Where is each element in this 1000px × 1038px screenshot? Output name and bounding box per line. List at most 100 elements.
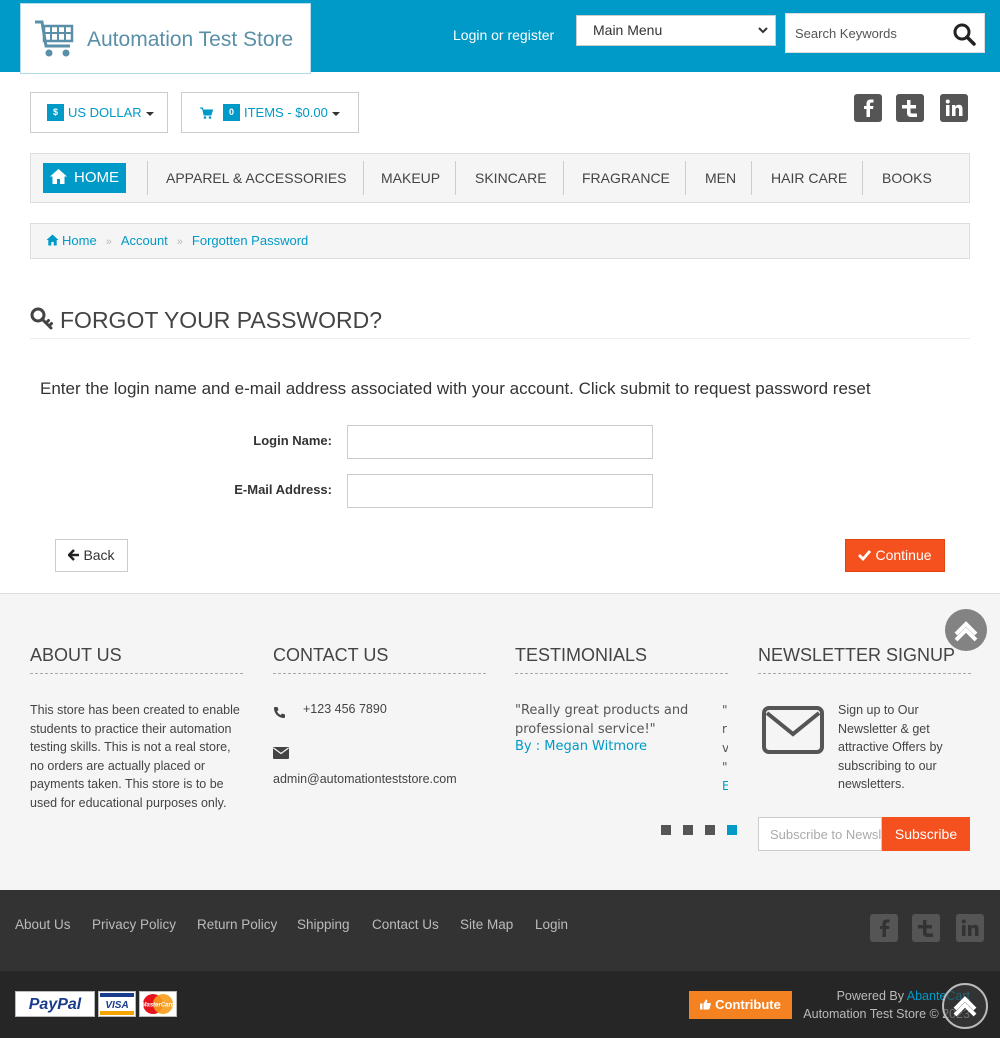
phone-icon xyxy=(274,707,285,718)
back-button-label: Back xyxy=(83,547,115,563)
cart-count-badge: 0 xyxy=(223,104,240,122)
chevron-up-icon xyxy=(953,996,977,1017)
linkedin-icon[interactable] xyxy=(940,94,968,122)
page-title: FORGOT YOUR PASSWORD? xyxy=(30,307,970,339)
nav-makeup[interactable]: MAKEUP xyxy=(381,154,440,202)
top-bar: Automation Test Store Login or register … xyxy=(0,0,1000,74)
currency-dropdown[interactable]: $ US DOLLAR xyxy=(30,92,168,133)
nav-books[interactable]: BOOKS xyxy=(882,154,932,202)
svg-text:MasterCard: MasterCard xyxy=(141,1003,174,1009)
breadcrumb-separator-icon: » xyxy=(176,236,183,248)
nav-divider xyxy=(455,161,456,195)
nav-divider xyxy=(685,161,686,195)
about-us-text: This store has been created to enable st… xyxy=(30,703,240,810)
footer-link-contact-us[interactable]: Contact Us xyxy=(372,917,439,932)
nav-fragrance[interactable]: FRAGRANCE xyxy=(582,154,670,202)
breadcrumb-account[interactable]: Account xyxy=(121,233,168,248)
login-name-label: Login Name: xyxy=(253,433,332,448)
home-icon xyxy=(50,168,67,184)
cart-dropdown[interactable]: 0 ITEMS - $0.00 xyxy=(181,92,359,133)
footer-link-privacy-policy[interactable]: Privacy Policy xyxy=(92,917,176,932)
powered-by-text: Powered By xyxy=(836,989,904,1003)
nav-divider xyxy=(862,161,863,195)
search-input[interactable] xyxy=(786,14,946,52)
facebook-icon[interactable] xyxy=(854,94,882,122)
category-nav: HOME APPAREL & ACCESSORIES MAKEUP SKINCA… xyxy=(30,153,970,203)
subscribe-button[interactable]: Subscribe xyxy=(882,817,970,851)
carousel-dot[interactable] xyxy=(683,825,693,835)
contribute-button[interactable]: Contribute xyxy=(689,991,792,1019)
contact-phone: +123 456 7890 xyxy=(303,702,387,716)
cart-icon xyxy=(200,107,213,119)
footer-top: ABOUT US This store has been created to … xyxy=(0,593,1000,890)
scroll-to-top-button[interactable] xyxy=(942,983,988,1029)
testimonials-heading: TESTIMONIALS xyxy=(515,645,728,674)
email-address-label: E-Mail Address: xyxy=(234,482,332,497)
svg-text:PayPal: PayPal xyxy=(29,996,82,1013)
envelope-icon xyxy=(273,747,289,759)
cart-label: ITEMS - $0.00 xyxy=(244,105,328,120)
nav-men[interactable]: MEN xyxy=(705,154,736,202)
envelope-icon xyxy=(762,706,824,754)
continue-button[interactable]: Continue xyxy=(845,539,945,572)
facebook-icon[interactable] xyxy=(870,914,898,942)
about-us-heading: ABOUT US xyxy=(30,645,243,674)
search-box xyxy=(785,13,985,53)
scroll-to-top-button[interactable] xyxy=(945,609,987,651)
email-address-input[interactable] xyxy=(347,474,653,508)
intro-text: Enter the login name and e-mail address … xyxy=(40,379,871,398)
breadcrumb-forgotten-password[interactable]: Forgotten Password xyxy=(192,233,308,248)
store-logo[interactable]: Automation Test Store xyxy=(20,3,311,74)
shopping-cart-logo-icon xyxy=(35,20,74,57)
nav-hair-care[interactable]: HAIR CARE xyxy=(771,154,847,202)
footer-link-login[interactable]: Login xyxy=(535,917,568,932)
svg-text:VISA: VISA xyxy=(105,1000,128,1011)
chevron-up-icon xyxy=(954,621,978,642)
currency-symbol-badge: $ xyxy=(47,104,64,122)
logo-text: Automation Test Store xyxy=(87,28,294,51)
contact-email[interactable]: admin@automationteststore.com xyxy=(273,770,457,789)
caret-down-icon xyxy=(145,111,154,116)
footer-bottom: PayPal VISA MasterCard Contribute Powere… xyxy=(0,971,1000,1038)
arrow-left-icon xyxy=(68,549,80,562)
nav-home-label: HOME xyxy=(74,169,119,186)
nav-divider xyxy=(363,161,364,195)
key-icon xyxy=(30,307,53,330)
breadcrumb-separator-icon: » xyxy=(105,236,112,248)
nav-apparel-accessories[interactable]: APPAREL & ACCESSORIES xyxy=(166,154,347,202)
nav-home[interactable]: HOME xyxy=(43,163,126,193)
carousel-dot-active[interactable] xyxy=(727,825,737,835)
footer-link-site-map[interactable]: Site Map xyxy=(460,917,513,932)
breadcrumb-home[interactable]: Home xyxy=(62,233,97,248)
login-name-input[interactable] xyxy=(347,425,653,459)
twitter-icon[interactable] xyxy=(912,914,940,942)
testimonial-slide: "Really great products and professional … xyxy=(515,701,715,754)
nav-skincare[interactable]: SKINCARE xyxy=(475,154,547,202)
breadcrumb: Home » Account » Forgotten Password xyxy=(30,223,970,259)
footer-link-about-us[interactable]: About Us xyxy=(15,917,71,932)
paypal-logo-icon: PayPal xyxy=(15,991,95,1017)
newsletter-text: Sign up to Our Newsletter & get attracti… xyxy=(838,703,943,791)
login-register-link[interactable]: Login or register xyxy=(453,27,554,43)
carousel-dot[interactable] xyxy=(661,825,671,835)
caret-down-icon xyxy=(331,111,340,116)
main-menu-select[interactable]: Main Menu xyxy=(576,15,776,46)
contribute-button-label: Contribute xyxy=(715,997,781,1012)
continue-button-label: Continue xyxy=(875,547,932,563)
twitter-icon[interactable] xyxy=(896,94,924,122)
footer-link-shipping[interactable]: Shipping xyxy=(297,917,350,932)
footer-link-return-policy[interactable]: Return Policy xyxy=(197,917,277,932)
nav-divider xyxy=(751,161,752,195)
carousel-dot[interactable] xyxy=(705,825,715,835)
footer-links-bar: About Us Privacy Policy Return Policy Sh… xyxy=(0,890,1000,971)
linkedin-icon[interactable] xyxy=(956,914,984,942)
main-menu-value: Main Menu xyxy=(593,22,663,38)
check-icon xyxy=(858,550,872,562)
search-icon[interactable] xyxy=(952,22,976,46)
nav-divider xyxy=(147,161,148,195)
newsletter-email-input[interactable] xyxy=(758,817,882,851)
back-button[interactable]: Back xyxy=(55,539,128,572)
currency-label: US DOLLAR xyxy=(68,105,142,120)
nav-divider xyxy=(563,161,564,195)
contact-us-heading: CONTACT US xyxy=(273,645,486,674)
